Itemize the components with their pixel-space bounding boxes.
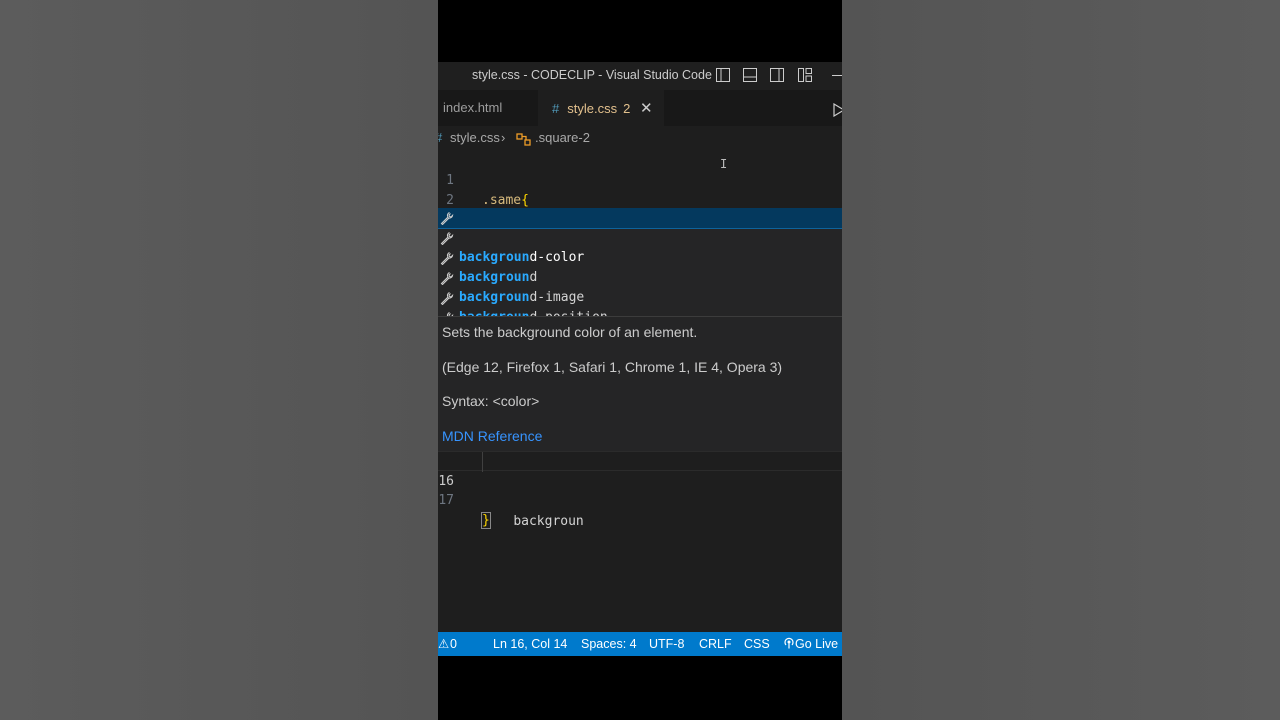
toggle-primary-sidebar-icon[interactable] bbox=[716, 68, 730, 82]
blurred-background-right bbox=[842, 0, 1280, 720]
problems-count-badge: 2 bbox=[623, 101, 631, 116]
encoding-status[interactable]: UTF-8 bbox=[649, 632, 684, 656]
toggle-panel-icon[interactable] bbox=[743, 68, 757, 82]
tab-style-css[interactable]: # style.css 2 ✕ bbox=[538, 90, 664, 126]
css-file-icon: # bbox=[552, 101, 560, 116]
code-line[interactable]: 1 .same{ bbox=[438, 151, 842, 208]
indentation-status[interactable]: Spaces: 4 bbox=[581, 632, 637, 656]
run-icon[interactable] bbox=[833, 102, 842, 121]
editor-tabs: index.html # style.css 2 ✕ bbox=[438, 90, 842, 126]
mdn-reference-link[interactable]: MDN Reference bbox=[442, 428, 542, 444]
mouse-ibeam-cursor-icon: I bbox=[720, 157, 728, 171]
tab-index-html[interactable]: index.html bbox=[438, 90, 534, 126]
go-live-button[interactable]: Go Live bbox=[783, 632, 838, 656]
suggest-widget: background-color background background-i… bbox=[438, 208, 842, 316]
docs-syntax: Syntax: <color> bbox=[442, 393, 540, 409]
language-mode[interactable]: CSS bbox=[744, 632, 770, 656]
suggestion-docs-panel: Sets the background color of an element.… bbox=[438, 316, 842, 452]
brace: } bbox=[481, 512, 491, 529]
video-frame: style.css - CODECLIP - Visual Studio Cod… bbox=[438, 0, 842, 720]
chevron-right-icon: › bbox=[501, 130, 506, 145]
suggestion-item[interactable]: background-position bbox=[438, 268, 842, 316]
code-text: } bbox=[481, 511, 491, 531]
line-number: 17 bbox=[438, 493, 454, 508]
suggestion-item[interactable]: background bbox=[438, 228, 842, 285]
eol-status[interactable]: CRLF bbox=[699, 632, 732, 656]
window-title: style.css - CODECLIP - Visual Studio Cod… bbox=[472, 68, 712, 82]
problems-count[interactable]: 0 bbox=[450, 632, 457, 656]
toggle-secondary-sidebar-icon[interactable] bbox=[770, 68, 784, 82]
indent-guide bbox=[482, 452, 483, 472]
breadcrumb: # style.css › .square-2 bbox=[438, 126, 842, 150]
suggestion-item[interactable]: background-size bbox=[438, 308, 842, 316]
code-line-active[interactable]: 16 backgroun bbox=[438, 451, 842, 529]
code-line[interactable]: 17 } bbox=[438, 471, 842, 529]
status-bar: ⚠ 0 Ln 16, Col 14 Spaces: 4 UTF-8 CRLF C… bbox=[438, 632, 842, 656]
docs-compat: (Edge 12, Firefox 1, Safari 1, Chrome 1,… bbox=[442, 359, 783, 375]
suggestion-item[interactable]: background-color bbox=[438, 208, 842, 265]
go-live-label: Go Live bbox=[795, 637, 839, 651]
title-bar: style.css - CODECLIP - Visual Studio Cod… bbox=[438, 62, 842, 90]
close-icon[interactable]: ✕ bbox=[640, 91, 653, 127]
suggestion-item[interactable]: background-image bbox=[438, 248, 842, 305]
breadcrumb-file[interactable]: style.css bbox=[450, 126, 500, 150]
suggestion-item[interactable]: background-repeat bbox=[438, 288, 842, 308]
customize-layout-icon[interactable] bbox=[798, 68, 812, 82]
css-file-icon: # bbox=[438, 126, 442, 150]
vscode-window: style.css - CODECLIP - Visual Studio Cod… bbox=[438, 62, 842, 656]
docs-description: Sets the background color of an element. bbox=[442, 324, 698, 340]
breadcrumb-selector[interactable]: .square-2 bbox=[535, 126, 590, 150]
code-line[interactable]: 2 width: 100px; bbox=[438, 171, 842, 228]
minimize-icon[interactable] bbox=[832, 75, 842, 76]
warning-icon[interactable]: ⚠ bbox=[438, 632, 449, 656]
tab-label: index.html bbox=[443, 100, 503, 115]
code-text: backgroun bbox=[482, 512, 584, 532]
typed-text: backgroun bbox=[513, 514, 584, 529]
blurred-background-left bbox=[0, 0, 438, 720]
cursor-position[interactable]: Ln 16, Col 14 bbox=[493, 632, 567, 656]
tab-label: style.css bbox=[567, 101, 618, 116]
broadcast-icon bbox=[784, 637, 794, 649]
